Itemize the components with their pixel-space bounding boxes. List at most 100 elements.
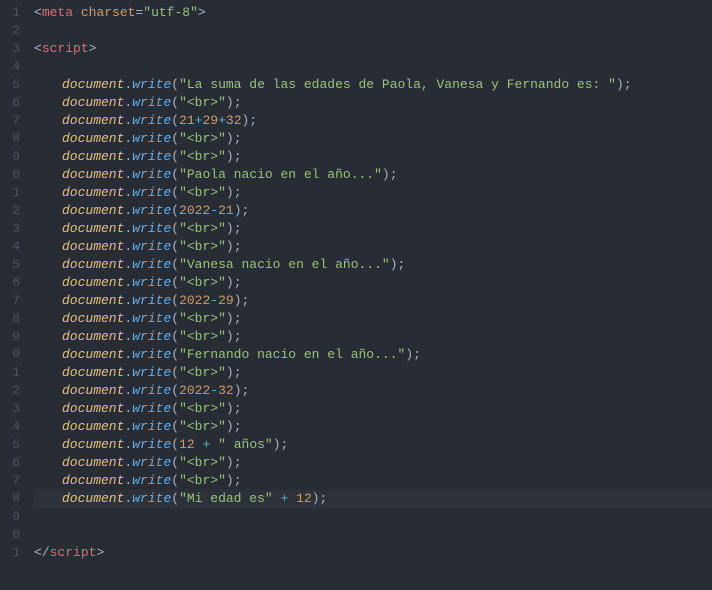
line-number: 6 (0, 454, 20, 472)
method-write: write (132, 401, 171, 416)
line-number: 5 (0, 436, 20, 454)
method-write: write (132, 419, 171, 434)
code-editor[interactable]: <meta charset="utf-8"> <script> document.w… (28, 0, 712, 590)
identifier-document: document (62, 437, 124, 452)
code-line: <meta charset="utf-8"> (34, 4, 712, 22)
code-line: document.write("<br>"); (34, 328, 712, 346)
identifier-document: document (62, 491, 124, 506)
method-write: write (132, 293, 171, 308)
line-number: 1 (0, 4, 20, 22)
line-number: 5 (0, 76, 20, 94)
line-number: 0 (0, 166, 20, 184)
identifier-document: document (62, 95, 124, 110)
code-line: document.write("<br>"); (34, 310, 712, 328)
line-number: 7 (0, 472, 20, 490)
code-line: <script> (34, 40, 712, 58)
code-line: document.write("Paola nacio en el año...… (34, 166, 712, 184)
code-line: document.write("<br>"); (34, 418, 712, 436)
line-number: 9 (0, 328, 20, 346)
method-write: write (132, 275, 171, 290)
code-line: document.write("<br>"); (34, 400, 712, 418)
identifier-document: document (62, 473, 124, 488)
code-line: document.write("<br>"); (34, 220, 712, 238)
code-line-blank (34, 22, 712, 40)
code-line: document.write("<br>"); (34, 130, 712, 148)
code-line: document.write(21+29+32); (34, 112, 712, 130)
code-line: document.write("<br>"); (34, 184, 712, 202)
code-line: document.write("<br>"); (34, 94, 712, 112)
method-write: write (132, 365, 171, 380)
identifier-document: document (62, 383, 124, 398)
identifier-document: document (62, 257, 124, 272)
method-write: write (132, 437, 171, 452)
line-number: 7 (0, 112, 20, 130)
method-write: write (132, 455, 171, 470)
code-line: document.write("Mi edad es" + 12); (34, 490, 712, 508)
method-write: write (132, 311, 171, 326)
method-write: write (132, 491, 171, 506)
identifier-document: document (62, 455, 124, 470)
method-write: write (132, 383, 171, 398)
tag-script-close: script (50, 545, 97, 560)
method-write: write (132, 131, 171, 146)
code-line: document.write("<br>"); (34, 364, 712, 382)
method-write: write (132, 167, 171, 182)
identifier-document: document (62, 311, 124, 326)
method-write: write (132, 149, 171, 164)
line-number: 8 (0, 310, 20, 328)
identifier-document: document (62, 149, 124, 164)
line-number: 7 (0, 292, 20, 310)
identifier-document: document (62, 131, 124, 146)
code-line: document.write("<br>"); (34, 238, 712, 256)
code-line: document.write("Vanesa nacio en el año..… (34, 256, 712, 274)
line-number: 1 (0, 184, 20, 202)
code-line-blank (34, 526, 712, 544)
method-write: write (132, 95, 171, 110)
identifier-document: document (62, 365, 124, 380)
code-line: document.write(12 + " años"); (34, 436, 712, 454)
line-number: 9 (0, 508, 20, 526)
code-line: document.write("<br>"); (34, 454, 712, 472)
line-number: 3 (0, 220, 20, 238)
code-line: document.write("Fernando nacio en el año… (34, 346, 712, 364)
line-number: 4 (0, 58, 20, 76)
code-line-blank (34, 508, 712, 526)
line-number: 3 (0, 40, 20, 58)
tag-script-open: script (42, 41, 89, 56)
line-number: 1 (0, 364, 20, 382)
line-number: 8 (0, 490, 20, 508)
line-number: 9 (0, 148, 20, 166)
identifier-document: document (62, 221, 124, 236)
code-line: </script> (34, 544, 712, 562)
code-line: document.write(2022-21); (34, 202, 712, 220)
code-line: document.write(2022-32); (34, 382, 712, 400)
code-line: document.write(2022-29); (34, 292, 712, 310)
code-line: document.write("<br>"); (34, 472, 712, 490)
line-number: 2 (0, 22, 20, 40)
identifier-document: document (62, 239, 124, 254)
line-number: 6 (0, 94, 20, 112)
method-write: write (132, 329, 171, 344)
method-write: write (132, 113, 171, 128)
line-number-gutter: 1234567890123456789012345678901 (0, 0, 28, 590)
identifier-document: document (62, 293, 124, 308)
method-write: write (132, 257, 171, 272)
identifier-document: document (62, 329, 124, 344)
identifier-document: document (62, 185, 124, 200)
code-line: document.write("<br>"); (34, 148, 712, 166)
code-line: document.write("<br>"); (34, 274, 712, 292)
method-write: write (132, 77, 171, 92)
line-number: 4 (0, 238, 20, 256)
identifier-document: document (62, 419, 124, 434)
code-line-blank (34, 58, 712, 76)
identifier-document: document (62, 347, 124, 362)
method-write: write (132, 473, 171, 488)
method-write: write (132, 239, 171, 254)
identifier-document: document (62, 203, 124, 218)
line-number: 2 (0, 382, 20, 400)
line-number: 6 (0, 274, 20, 292)
line-number: 4 (0, 418, 20, 436)
method-write: write (132, 203, 171, 218)
line-number: 8 (0, 130, 20, 148)
line-number: 3 (0, 400, 20, 418)
